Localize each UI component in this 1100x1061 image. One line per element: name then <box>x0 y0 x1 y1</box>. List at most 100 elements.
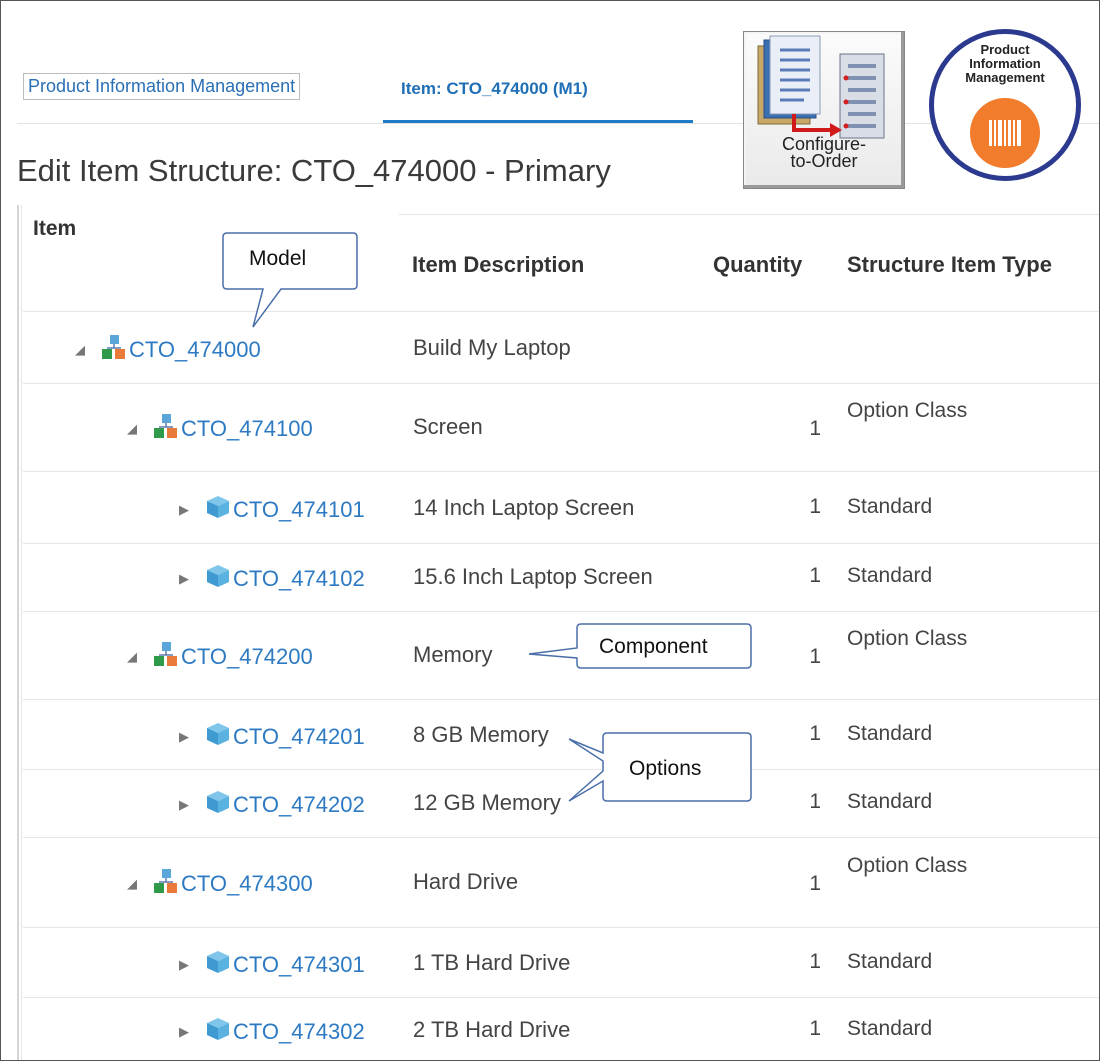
callout-options: Options <box>568 731 759 811</box>
table-row[interactable]: ▶ CTO_474301 1 TB Hard Drive 1 Standard <box>23 929 1099 998</box>
item-link[interactable]: CTO_474202 <box>233 792 365 818</box>
model-item-icon <box>154 869 177 893</box>
item-cell: ◢ CTO_474200 <box>123 641 313 672</box>
pim-label-line1: Product <box>980 42 1030 57</box>
table-row[interactable]: ▶ CTO_474302 2 TB Hard Drive 1 Standard <box>23 997 1099 1060</box>
cto-icon-label: Configure- to-Order <box>744 135 904 171</box>
expand-triangle-icon[interactable]: ▶ <box>175 571 193 587</box>
standard-item-icon <box>207 723 229 745</box>
item-description: Screen <box>413 414 483 439</box>
item-cell: ◢ CTO_474000 <box>71 334 261 365</box>
pim-label-line3: Management <box>965 70 1045 85</box>
quantity-value: 1 <box>809 722 821 745</box>
model-item-icon <box>154 414 177 438</box>
item-link[interactable]: CTO_474300 <box>181 871 313 897</box>
standard-item-icon <box>207 565 229 587</box>
item-description: 12 GB Memory <box>413 790 561 815</box>
item-cell: ◢ CTO_474300 <box>123 868 313 899</box>
item-description: Hard Drive <box>413 869 519 894</box>
item-description: 15.6 Inch Laptop Screen <box>413 564 653 589</box>
quantity-value: 1 <box>809 790 821 813</box>
barcode-circle-icon <box>970 98 1040 168</box>
collapse-triangle-icon[interactable]: ◢ <box>123 876 141 892</box>
expand-triangle-icon[interactable]: ▶ <box>175 957 193 973</box>
item-link[interactable]: CTO_474302 <box>233 1019 365 1045</box>
model-item-icon <box>153 413 181 444</box>
item-description: 2 TB Hard Drive <box>413 1017 571 1042</box>
standard-item-icon <box>205 563 233 594</box>
collapse-triangle-icon[interactable]: ◢ <box>71 342 89 358</box>
column-header-quantity[interactable]: Quantity <box>713 252 802 278</box>
model-item-icon <box>153 641 181 672</box>
quantity-value: 1 <box>809 564 821 587</box>
standard-item-icon <box>205 1016 233 1047</box>
quantity-value: 1 <box>809 872 821 895</box>
callout-options-text: Options <box>629 757 702 780</box>
structure-item-type: Option Class <box>847 627 968 650</box>
standard-item-icon <box>207 496 229 518</box>
model-item-icon <box>102 335 125 359</box>
item-link[interactable]: CTO_474201 <box>233 724 365 750</box>
page-title: Edit Item Structure: CTO_474000 - Primar… <box>17 153 611 188</box>
item-description: 8 GB Memory <box>413 722 549 747</box>
quantity-value: 1 <box>809 417 821 440</box>
quantity-value: 1 <box>809 1017 821 1040</box>
table-left-border <box>17 205 19 1060</box>
item-description: 14 Inch Laptop Screen <box>413 495 635 520</box>
quantity-value: 1 <box>809 645 821 668</box>
header-bottom-divider <box>23 311 1099 312</box>
table-row[interactable]: ▶ CTO_474102 15.6 Inch Laptop Screen 1 Stand… <box>23 543 1099 612</box>
table-row[interactable]: ▶ CTO_474201 8 GB Memory 1 Standard <box>23 701 1099 770</box>
structure-item-type: Option Class <box>847 854 968 877</box>
item-link[interactable]: CTO_474000 <box>129 337 261 363</box>
item-link[interactable]: CTO_474301 <box>233 952 365 978</box>
item-link[interactable]: CTO_474101 <box>233 497 365 523</box>
column-header-structure-item-type[interactable]: Structure Item Type <box>847 252 1052 278</box>
item-cell: ▶ CTO_474202 <box>175 789 365 820</box>
table-row[interactable]: ▶ CTO_474101 14 Inch Laptop Screen 1 Standar… <box>23 473 1099 544</box>
collapse-triangle-icon[interactable]: ◢ <box>123 649 141 665</box>
configure-to-order-icon: Configure- to-Order <box>743 31 905 189</box>
expand-triangle-icon[interactable]: ▶ <box>175 729 193 745</box>
tab-product-information-management[interactable]: Product Information Management <box>23 73 301 100</box>
table-row[interactable]: ◢ CTO_474300 Hard Drive 1 Option Class <box>23 837 1099 928</box>
table-row[interactable]: ◢ CTO_474100 Screen 1 Option Class <box>23 383 1099 472</box>
collapse-triangle-icon[interactable]: ◢ <box>123 421 141 437</box>
item-link[interactable]: CTO_474102 <box>233 566 365 592</box>
item-description: 1 TB Hard Drive <box>413 950 571 975</box>
structure-item-type: Standard <box>847 722 933 745</box>
expand-triangle-icon[interactable]: ▶ <box>175 1024 193 1040</box>
model-item-icon <box>153 868 181 899</box>
header-top-divider <box>399 214 1099 215</box>
column-header-item-description[interactable]: Item Description <box>412 252 584 278</box>
item-cell: ◢ CTO_474100 <box>123 413 313 444</box>
item-cell: ▶ CTO_474302 <box>175 1016 365 1047</box>
cto-label-line2: to-Order <box>790 151 858 171</box>
item-cell: ▶ CTO_474102 <box>175 563 365 594</box>
column-header-item[interactable]: Item <box>33 217 76 241</box>
table-left-border-inner <box>21 205 22 1060</box>
item-description: Memory <box>413 642 493 667</box>
item-description: Build My Laptop <box>413 335 571 360</box>
structure-item-type: Standard <box>847 790 933 813</box>
structure-item-type: Option Class <box>847 399 968 422</box>
expand-triangle-icon[interactable]: ▶ <box>175 502 193 518</box>
model-item-icon <box>154 642 177 666</box>
pim-badge-label: Product Information Management <box>934 43 1076 85</box>
quantity-value: 1 <box>809 495 821 518</box>
tab-item-cto-474000[interactable]: Item: CTO_474000 (M1) <box>401 79 588 99</box>
model-item-icon <box>101 334 129 365</box>
structure-item-type: Standard <box>847 1017 933 1040</box>
standard-item-icon <box>205 789 233 820</box>
item-link[interactable]: CTO_474200 <box>181 644 313 670</box>
standard-item-icon <box>207 951 229 973</box>
standard-item-icon <box>207 1018 229 1040</box>
item-link[interactable]: CTO_474100 <box>181 416 313 442</box>
standard-item-icon <box>205 721 233 752</box>
quantity-value: 1 <box>809 950 821 973</box>
table-row[interactable]: ▶ CTO_474202 12 GB Memory 1 Standard <box>23 769 1099 838</box>
table-row[interactable]: ◢ CTO_474000 Build My Laptop <box>23 313 1099 384</box>
callout-model-text: Model <box>249 247 307 270</box>
standard-item-icon <box>205 949 233 980</box>
expand-triangle-icon[interactable]: ▶ <box>175 797 193 813</box>
